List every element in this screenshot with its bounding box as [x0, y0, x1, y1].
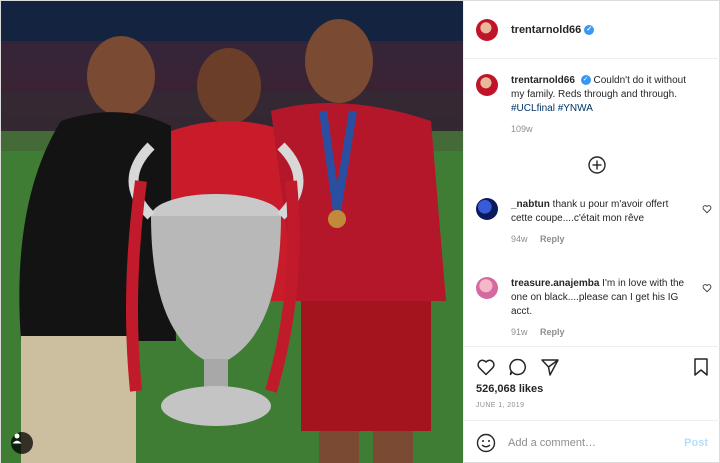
post-button[interactable]: Post: [684, 437, 708, 449]
emoji-icon[interactable]: [476, 433, 496, 453]
comment-input[interactable]: [508, 437, 678, 449]
comment-time[interactable]: 91w: [511, 327, 528, 337]
comment-username[interactable]: _nabtun: [511, 199, 550, 210]
instagram-post: trentarnold66 ✓ trentarnold66 ✓ Couldn't …: [0, 0, 720, 463]
add-circle-icon[interactable]: [588, 156, 606, 174]
reply-button[interactable]: Reply: [540, 327, 565, 337]
comment-item: _nabtun thank u pour m'avoir offert cett…: [476, 198, 712, 246]
like-comment-heart-icon[interactable]: [702, 204, 712, 214]
comment-time[interactable]: 94w: [511, 234, 528, 244]
commenter-avatar[interactable]: [476, 277, 498, 299]
comment-item: treasure.anajemba I'm in love with the o…: [476, 277, 712, 339]
like-comment-heart-icon[interactable]: [702, 283, 712, 293]
caption-meta: 109w: [511, 122, 691, 136]
bookmark-icon[interactable]: [692, 357, 710, 377]
caption-body: trentarnold66 ✓ Couldn't do it without m…: [511, 74, 691, 136]
post-actions: 526,068 likes JUNE 1, 2019 Post: [464, 346, 720, 463]
photo-illustration: [1, 1, 463, 463]
post-photo[interactable]: [1, 1, 463, 463]
post-sidebar: trentarnold66 ✓ trentarnold66 ✓ Couldn't …: [463, 1, 720, 463]
comment-composer: Post: [464, 420, 720, 463]
caption-time[interactable]: 109w: [511, 124, 533, 134]
comment-icon[interactable]: [508, 357, 528, 377]
header-username[interactable]: trentarnold66 ✓: [511, 24, 595, 36]
caption-avatar[interactable]: [476, 74, 498, 96]
verified-icon: ✓: [580, 75, 591, 86]
post-header: trentarnold66 ✓: [464, 1, 720, 59]
caption-hashtags[interactable]: #UCLfinal #YNWA: [511, 103, 593, 114]
comment-username[interactable]: treasure.anajemba: [511, 278, 599, 289]
reply-button[interactable]: Reply: [540, 234, 565, 244]
post-date[interactable]: JUNE 1, 2019: [476, 402, 524, 409]
comment-meta: 91w Reply: [511, 325, 691, 339]
comment-body: _nabtun thank u pour m'avoir offert cett…: [511, 198, 691, 246]
verified-icon: ✓: [584, 24, 595, 35]
caption-username[interactable]: trentarnold66: [511, 75, 575, 86]
person-tag-icon[interactable]: [11, 432, 33, 454]
heart-icon[interactable]: [476, 357, 496, 377]
caption: trentarnold66 ✓ Couldn't do it without m…: [476, 74, 712, 136]
header-username-text[interactable]: trentarnold66: [511, 24, 581, 36]
likes-count[interactable]: 526,068 likes: [476, 383, 543, 395]
comment-body: treasure.anajemba I'm in love with the o…: [511, 277, 691, 339]
share-icon[interactable]: [540, 357, 560, 377]
comment-meta: 94w Reply: [511, 232, 691, 246]
action-icons: [476, 357, 560, 377]
commenter-avatar[interactable]: [476, 198, 498, 220]
avatar[interactable]: [476, 18, 498, 41]
